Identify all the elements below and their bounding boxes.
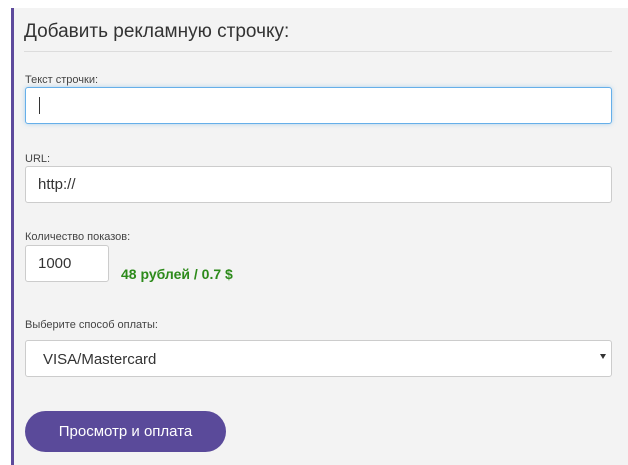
impressions-label: Количество показов: (25, 231, 131, 243)
preview-and-pay-button[interactable]: Просмотр и оплата (25, 411, 226, 452)
impressions-input[interactable] (25, 245, 109, 282)
payment-label: Выберите способ оплаты: (25, 319, 158, 331)
payment-method-value: VISA/Mastercard (43, 351, 157, 368)
url-label: URL: (25, 153, 51, 165)
text-label: Текст строчки: (25, 74, 99, 86)
price-display: 48 рублей / 0.7 $ (121, 266, 233, 282)
chevron-down-icon (600, 354, 606, 359)
ad-line-form-panel: Добавить рекламную строчку: Текст строчк… (11, 8, 628, 465)
url-input[interactable] (25, 166, 612, 203)
text-input[interactable] (25, 87, 612, 124)
title-divider (24, 51, 612, 52)
form-title: Добавить рекламную строчку: (24, 21, 290, 42)
text-cursor (39, 97, 40, 114)
payment-method-select[interactable]: VISA/Mastercard (25, 340, 612, 377)
